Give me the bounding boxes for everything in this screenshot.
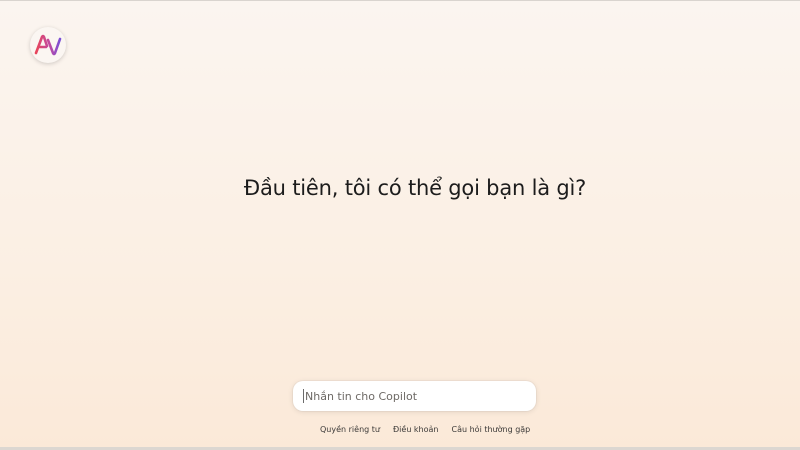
window-top-border: [0, 0, 800, 1]
terms-link[interactable]: Điều khoản: [393, 425, 439, 434]
message-input[interactable]: [303, 389, 536, 403]
footer-links: Quyền riêng tư Điều khoản Câu hỏi thường…: [320, 425, 530, 434]
privacy-link[interactable]: Quyền riêng tư: [320, 425, 380, 434]
greeting-question: Đầu tiên, tôi có thể gọi bạn là gì?: [243, 176, 587, 200]
message-composer[interactable]: [293, 381, 536, 411]
copilot-logo-icon: [34, 34, 62, 56]
faq-link[interactable]: Câu hỏi thường gặp: [452, 425, 531, 434]
copilot-avatar: [30, 27, 66, 63]
